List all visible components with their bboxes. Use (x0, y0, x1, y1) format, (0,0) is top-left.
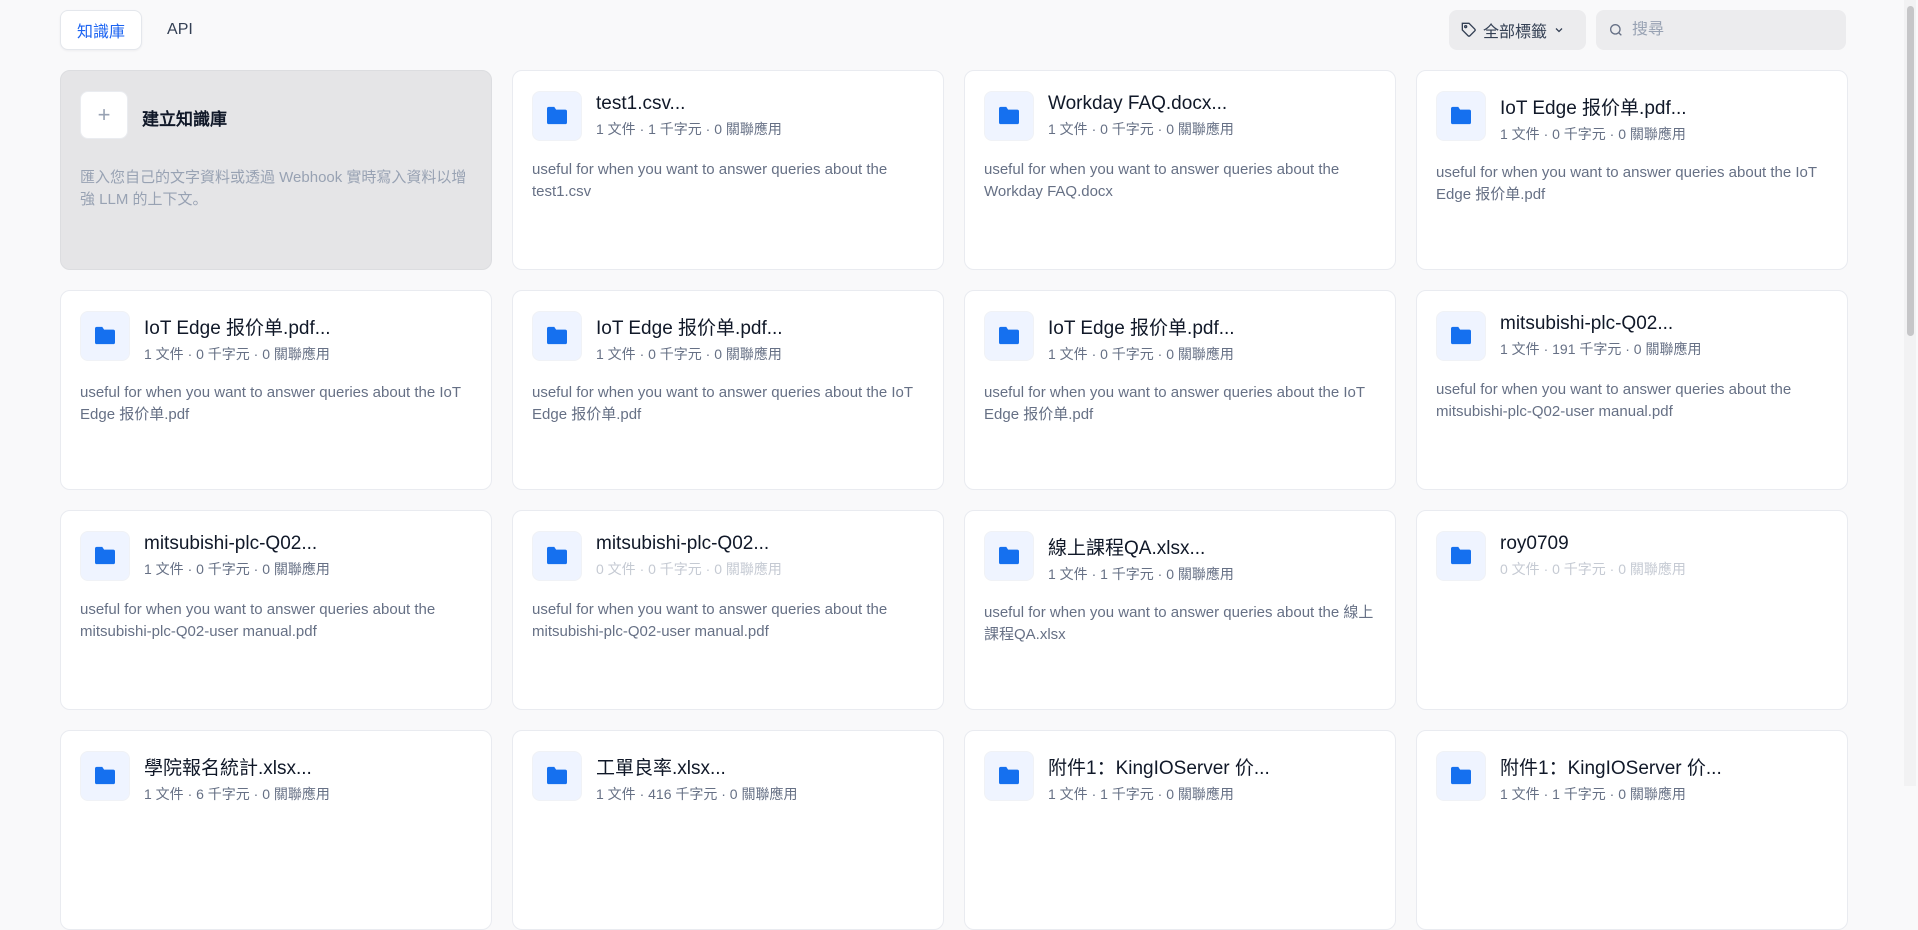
dataset-card[interactable]: mitsubishi-plc-Q02... 1 文件 · 0 千字元 · 0 關… (60, 510, 492, 710)
folder-icon (1436, 91, 1486, 141)
tab-api[interactable]: API (150, 10, 210, 50)
folder-icon (984, 311, 1034, 361)
dataset-meta: 1 文件 · 0 千字元 · 0 關聯應用 (144, 561, 330, 577)
dataset-meta: 0 文件 · 0 千字元 · 0 關聯應用 (1500, 561, 1686, 577)
dataset-meta: 0 文件 · 0 千字元 · 0 關聯應用 (596, 561, 782, 577)
folder-icon (984, 531, 1034, 581)
dataset-title: IoT Edge 报价单.pdf... (1048, 318, 1235, 339)
folder-icon (80, 531, 130, 581)
search-input[interactable] (1632, 21, 1832, 39)
create-dataset-description: 匯入您自己的文字資料或透過 Webhook 實時寫入資料以增強 LLM 的上下文… (80, 169, 467, 208)
dataset-description: useful for when you want to answer queri… (532, 384, 913, 423)
dataset-meta: 1 文件 · 0 千字元 · 0 關聯應用 (1500, 126, 1686, 142)
tab-bar: 知識庫 API (60, 10, 210, 50)
dataset-card[interactable]: 附件1：KingIOServer 价... 1 文件 · 1 千字元 · 0 關… (964, 730, 1396, 930)
dataset-card[interactable]: mitsubishi-plc-Q02... 0 文件 · 0 千字元 · 0 關… (512, 510, 944, 710)
dataset-meta: 1 文件 · 0 千字元 · 0 關聯應用 (1048, 121, 1234, 137)
dataset-meta: 1 文件 · 0 千字元 · 0 關聯應用 (1048, 346, 1234, 362)
dataset-description: useful for when you want to answer queri… (984, 161, 1340, 200)
search-icon (1610, 24, 1622, 36)
folder-icon (532, 751, 582, 801)
dataset-card[interactable]: roy0709 0 文件 · 0 千字元 · 0 關聯應用 (1416, 510, 1848, 710)
dataset-card[interactable]: IoT Edge 报价单.pdf... 1 文件 · 0 千字元 · 0 關聯應… (964, 290, 1396, 490)
dataset-title: 工單良率.xlsx... (596, 758, 726, 779)
folder-icon (532, 531, 582, 581)
scrollbar[interactable] (1904, 0, 1916, 786)
dataset-meta: 1 文件 · 1 千字元 · 0 關聯應用 (1048, 786, 1234, 802)
dataset-description: useful for when you want to answer queri… (984, 384, 1365, 423)
dataset-title: test1.csv... (596, 93, 686, 114)
dataset-card[interactable]: Workday FAQ.docx... 1 文件 · 0 千字元 · 0 關聯應… (964, 70, 1396, 270)
dataset-card[interactable]: IoT Edge 报价单.pdf... 1 文件 · 0 千字元 · 0 關聯應… (512, 290, 944, 490)
folder-icon (1436, 311, 1486, 361)
tag-filter-button[interactable]: 全部標籤 (1449, 10, 1586, 50)
dataset-title: Workday FAQ.docx... (1048, 93, 1228, 114)
search-box[interactable] (1596, 10, 1846, 50)
folder-icon (80, 311, 130, 361)
top-bar: 知識庫 API 全部標籤 (60, 10, 1846, 50)
dataset-card[interactable]: 工單良率.xlsx... 1 文件 · 416 千字元 · 0 關聯應用 (512, 730, 944, 930)
dataset-title: mitsubishi-plc-Q02... (1500, 313, 1674, 334)
dataset-card[interactable]: IoT Edge 报价单.pdf... 1 文件 · 0 千字元 · 0 關聯應… (1416, 70, 1848, 270)
dataset-title: 線上課程QA.xlsx... (1048, 538, 1206, 559)
dataset-meta: 1 文件 · 0 千字元 · 0 關聯應用 (144, 346, 330, 362)
tab-knowledge[interactable]: 知識庫 (60, 10, 143, 50)
folder-icon (984, 91, 1034, 141)
create-dataset-card[interactable]: + 建立知識庫 匯入您自己的文字資料或透過 Webhook 實時寫入資料以增強 … (60, 70, 492, 270)
dataset-title: 附件1：KingIOServer 价... (1500, 758, 1722, 779)
dataset-card[interactable]: 線上課程QA.xlsx... 1 文件 · 1 千字元 · 0 關聯應用 use… (964, 510, 1396, 710)
dataset-meta: 1 文件 · 6 千字元 · 0 關聯應用 (144, 786, 330, 802)
dataset-card[interactable]: test1.csv... 1 文件 · 1 千字元 · 0 關聯應用 usefu… (512, 70, 944, 270)
dataset-title: roy0709 (1500, 533, 1569, 554)
dataset-meta: 1 文件 · 1 千字元 · 0 關聯應用 (1048, 566, 1234, 582)
dataset-card[interactable]: 附件1：KingIOServer 价... 1 文件 · 1 千字元 · 0 關… (1416, 730, 1848, 930)
folder-icon (532, 311, 582, 361)
dataset-description: useful for when you want to answer queri… (1436, 381, 1792, 420)
plus-icon: + (80, 91, 128, 139)
tag-filter-label: 全部標籤 (1483, 24, 1548, 41)
dataset-title: 學院報名統計.xlsx... (144, 758, 312, 779)
create-dataset-title: 建立知識庫 (142, 110, 227, 129)
dataset-title: IoT Edge 报价单.pdf... (144, 318, 331, 339)
folder-icon (1436, 751, 1486, 801)
dataset-title: IoT Edge 报价单.pdf... (1500, 98, 1687, 119)
folder-icon (532, 91, 582, 141)
dataset-meta: 1 文件 · 1 千字元 · 0 關聯應用 (1500, 786, 1686, 802)
dataset-card[interactable]: 學院報名統計.xlsx... 1 文件 · 6 千字元 · 0 關聯應用 (60, 730, 492, 930)
dataset-title: mitsubishi-plc-Q02... (596, 533, 770, 554)
folder-icon (984, 751, 1034, 801)
dataset-card[interactable]: mitsubishi-plc-Q02... 1 文件 · 191 千字元 · 0… (1416, 290, 1848, 490)
dataset-title: 附件1：KingIOServer 价... (1048, 758, 1270, 779)
dataset-meta: 1 文件 · 191 千字元 · 0 關聯應用 (1500, 341, 1702, 357)
dataset-description: useful for when you want to answer queri… (80, 384, 461, 423)
dataset-grid: + 建立知識庫 匯入您自己的文字資料或透過 Webhook 實時寫入資料以增強 … (60, 70, 1848, 930)
dataset-meta: 1 文件 · 0 千字元 · 0 關聯應用 (596, 346, 782, 362)
dataset-meta: 1 文件 · 416 千字元 · 0 關聯應用 (596, 786, 798, 802)
dataset-card[interactable]: IoT Edge 报价单.pdf... 1 文件 · 0 千字元 · 0 關聯應… (60, 290, 492, 490)
chevron-down-icon (1555, 28, 1563, 33)
tag-icon (1461, 22, 1476, 37)
folder-icon (80, 751, 130, 801)
dataset-description: useful for when you want to answer queri… (532, 161, 888, 200)
dataset-description: useful for when you want to answer queri… (1436, 164, 1817, 203)
dataset-title: IoT Edge 报价单.pdf... (596, 318, 783, 339)
dataset-description: useful for when you want to answer queri… (532, 601, 888, 640)
dataset-meta: 1 文件 · 1 千字元 · 0 關聯應用 (596, 121, 782, 137)
dataset-description: useful for when you want to answer queri… (80, 601, 436, 640)
dataset-title: mitsubishi-plc-Q02... (144, 533, 318, 554)
dataset-description: useful for when you want to answer queri… (984, 604, 1374, 643)
folder-icon (1436, 531, 1486, 581)
scrollbar-thumb[interactable] (1907, 6, 1914, 336)
